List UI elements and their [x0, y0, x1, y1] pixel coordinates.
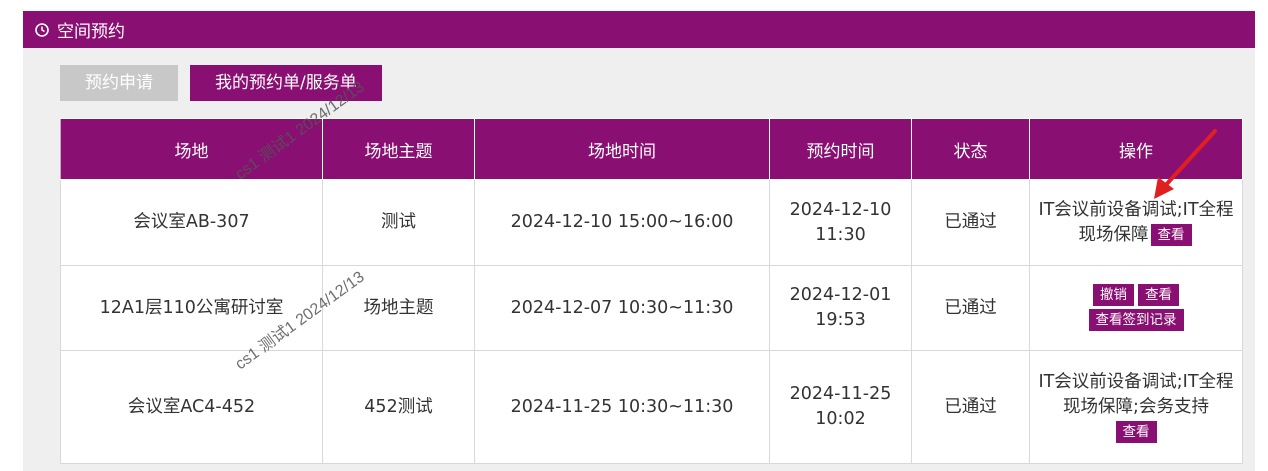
cell-venue: 12A1层110公寓研讨室 [60, 265, 323, 351]
booking-date: 2024-11-25 [789, 384, 892, 404]
cell-venue-time: 2024-11-25 10:30~11:30 [474, 350, 770, 464]
booking-date: 2024-12-01 [789, 285, 892, 305]
tab-my-bookings[interactable]: 我的预约单/服务单 [190, 65, 382, 101]
col-header-venue: 场地 [60, 118, 323, 180]
cell-status: 已通过 [911, 350, 1030, 464]
cell-venue: 会议室AB-307 [60, 179, 323, 266]
service-text: IT会议前设备调试;IT全程现场保障 [1038, 199, 1234, 245]
view-button[interactable]: 查看 [1115, 420, 1157, 443]
cell-status: 已通过 [911, 179, 1030, 266]
col-header-booking-time: 预约时间 [769, 118, 912, 180]
col-header-status: 状态 [911, 118, 1030, 180]
cell-booking-time: 2024-12-10 11:30 [769, 179, 912, 266]
table-row: 12A1层110公寓研讨室 场地主题 2024-12-07 10:30~11:3… [60, 265, 1243, 351]
view-button[interactable]: 查看 [1150, 223, 1192, 246]
cell-booking-time: 2024-11-25 10:02 [769, 350, 912, 464]
clock-icon [35, 22, 49, 37]
table-header-row: 场地 场地主题 场地时间 预约时间 状态 操作 [60, 118, 1243, 180]
cell-venue: 会议室AC4-452 [60, 350, 323, 464]
col-header-actions: 操作 [1029, 118, 1243, 180]
booking-date: 2024-12-10 [789, 199, 892, 220]
cell-topic: 452测试 [322, 350, 475, 464]
cell-actions: IT会议前设备调试;IT全程现场保障;会务支持 查看 [1029, 350, 1243, 464]
view-checkin-records-button[interactable]: 查看签到记录 [1088, 309, 1184, 331]
table-row: 会议室AB-307 测试 2024-12-10 15:00~16:00 2024… [60, 179, 1243, 266]
cell-venue-time: 2024-12-07 10:30~11:30 [474, 265, 770, 351]
booking-clock: 10:02 [815, 409, 866, 429]
booking-clock: 19:53 [815, 310, 866, 330]
panel-title: 空间预约 [57, 22, 125, 42]
col-header-topic: 场地主题 [322, 118, 475, 180]
bookings-table: 场地 场地主题 场地时间 预约时间 状态 操作 会议室AB-307 测试 202… [60, 118, 1243, 464]
col-header-venue-time: 场地时间 [474, 118, 770, 180]
cell-actions: 撤销 查看 查看签到记录 [1029, 265, 1243, 351]
cell-actions: IT会议前设备调试;IT全程现场保障 查看 [1029, 179, 1243, 266]
cell-topic: 场地主题 [322, 265, 475, 351]
panel-header: 空间预约 [23, 11, 1255, 48]
service-text: IT会议前设备调试;IT全程现场保障;会务支持 [1038, 371, 1234, 417]
table-row: 会议室AC4-452 452测试 2024-11-25 10:30~11:30 … [60, 350, 1243, 464]
cell-status: 已通过 [911, 265, 1030, 351]
booking-clock: 11:30 [815, 224, 866, 245]
cell-venue-time: 2024-12-10 15:00~16:00 [474, 179, 770, 266]
cell-booking-time: 2024-12-01 19:53 [769, 265, 912, 351]
cell-topic: 测试 [322, 179, 475, 266]
view-button[interactable]: 查看 [1138, 284, 1179, 306]
revoke-button[interactable]: 撤销 [1093, 284, 1134, 306]
tab-booking-application[interactable]: 预约申请 [60, 65, 178, 101]
tab-bar: 预约申请 我的预约单/服务单 [60, 65, 394, 101]
